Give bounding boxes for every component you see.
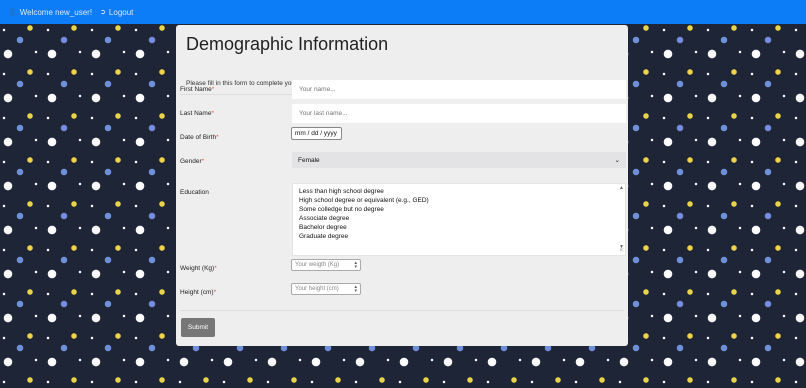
last-name-input[interactable]	[292, 104, 626, 123]
gender-value: Female	[298, 156, 320, 164]
required-mark: *	[211, 110, 214, 117]
last-name-label: Last Name*	[180, 110, 214, 117]
dob-label: Date of Birth*	[180, 134, 219, 141]
education-label: Education	[180, 189, 209, 196]
divider	[180, 310, 624, 311]
education-option[interactable]: High school degree or equivalent (e.g., …	[299, 196, 619, 205]
first-name-label: First Name*	[180, 86, 215, 93]
education-option[interactable]: Bachelor degree	[299, 223, 619, 232]
height-placeholder: Your height (cm)	[295, 286, 339, 292]
scroll-up-icon[interactable]: ▲	[619, 185, 624, 191]
gender-label: Gender*	[180, 158, 205, 165]
listbox-scrollbar[interactable]: ▲ ▼	[618, 185, 624, 254]
resize-handle-icon[interactable]: ⇱	[620, 248, 624, 254]
dob-input[interactable]: mm / dd / yyyy	[291, 127, 342, 140]
welcome-text: Welcome new_user!	[19, 7, 93, 17]
first-name-input[interactable]	[292, 80, 626, 99]
spinner-icon[interactable]: ▴ ▾	[354, 285, 357, 294]
weight-label: Weight (Kg)*	[180, 265, 217, 272]
education-option[interactable]: Associate degree	[299, 214, 619, 223]
required-mark: *	[214, 265, 217, 272]
required-mark: *	[211, 86, 215, 93]
submit-button[interactable]: Submit	[181, 318, 215, 337]
weight-input[interactable]: Your weigth (Kg) ▴ ▾	[291, 259, 361, 271]
education-option[interactable]: Graduate degree	[299, 232, 619, 241]
gender-select[interactable]: Female ⌄	[292, 152, 626, 168]
page-title: Demographic Information	[186, 34, 389, 54]
user-icon: 👤	[8, 9, 17, 16]
sign-out-icon: ➲	[100, 9, 106, 16]
weight-placeholder: Your weigth (Kg)	[295, 262, 340, 268]
welcome-link[interactable]: 👤 Welcome new_user!	[8, 8, 92, 17]
logout-text: Logout	[108, 7, 134, 17]
chevron-down-icon: ⌄	[614, 157, 620, 164]
required-mark: *	[201, 158, 205, 165]
spinner-icon[interactable]: ▴ ▾	[354, 261, 357, 270]
height-label: Height (cm)*	[180, 289, 217, 296]
required-mark: *	[213, 289, 217, 296]
education-option[interactable]: Some colledge but no degree	[299, 205, 619, 214]
height-input[interactable]: Your height (cm) ▴ ▾	[291, 283, 361, 295]
required-mark: *	[216, 134, 219, 141]
demographic-form-card: Demographic Information Please fill in t…	[176, 25, 628, 346]
top-navbar: 👤 Welcome new_user! ➲ Logout	[0, 0, 806, 24]
dob-value: mm / dd / yyyy	[295, 130, 337, 137]
logout-link[interactable]: ➲ Logout	[100, 8, 133, 17]
education-listbox[interactable]: Less than high school degree High school…	[292, 183, 626, 256]
education-option[interactable]: Less than high school degree	[299, 187, 619, 196]
